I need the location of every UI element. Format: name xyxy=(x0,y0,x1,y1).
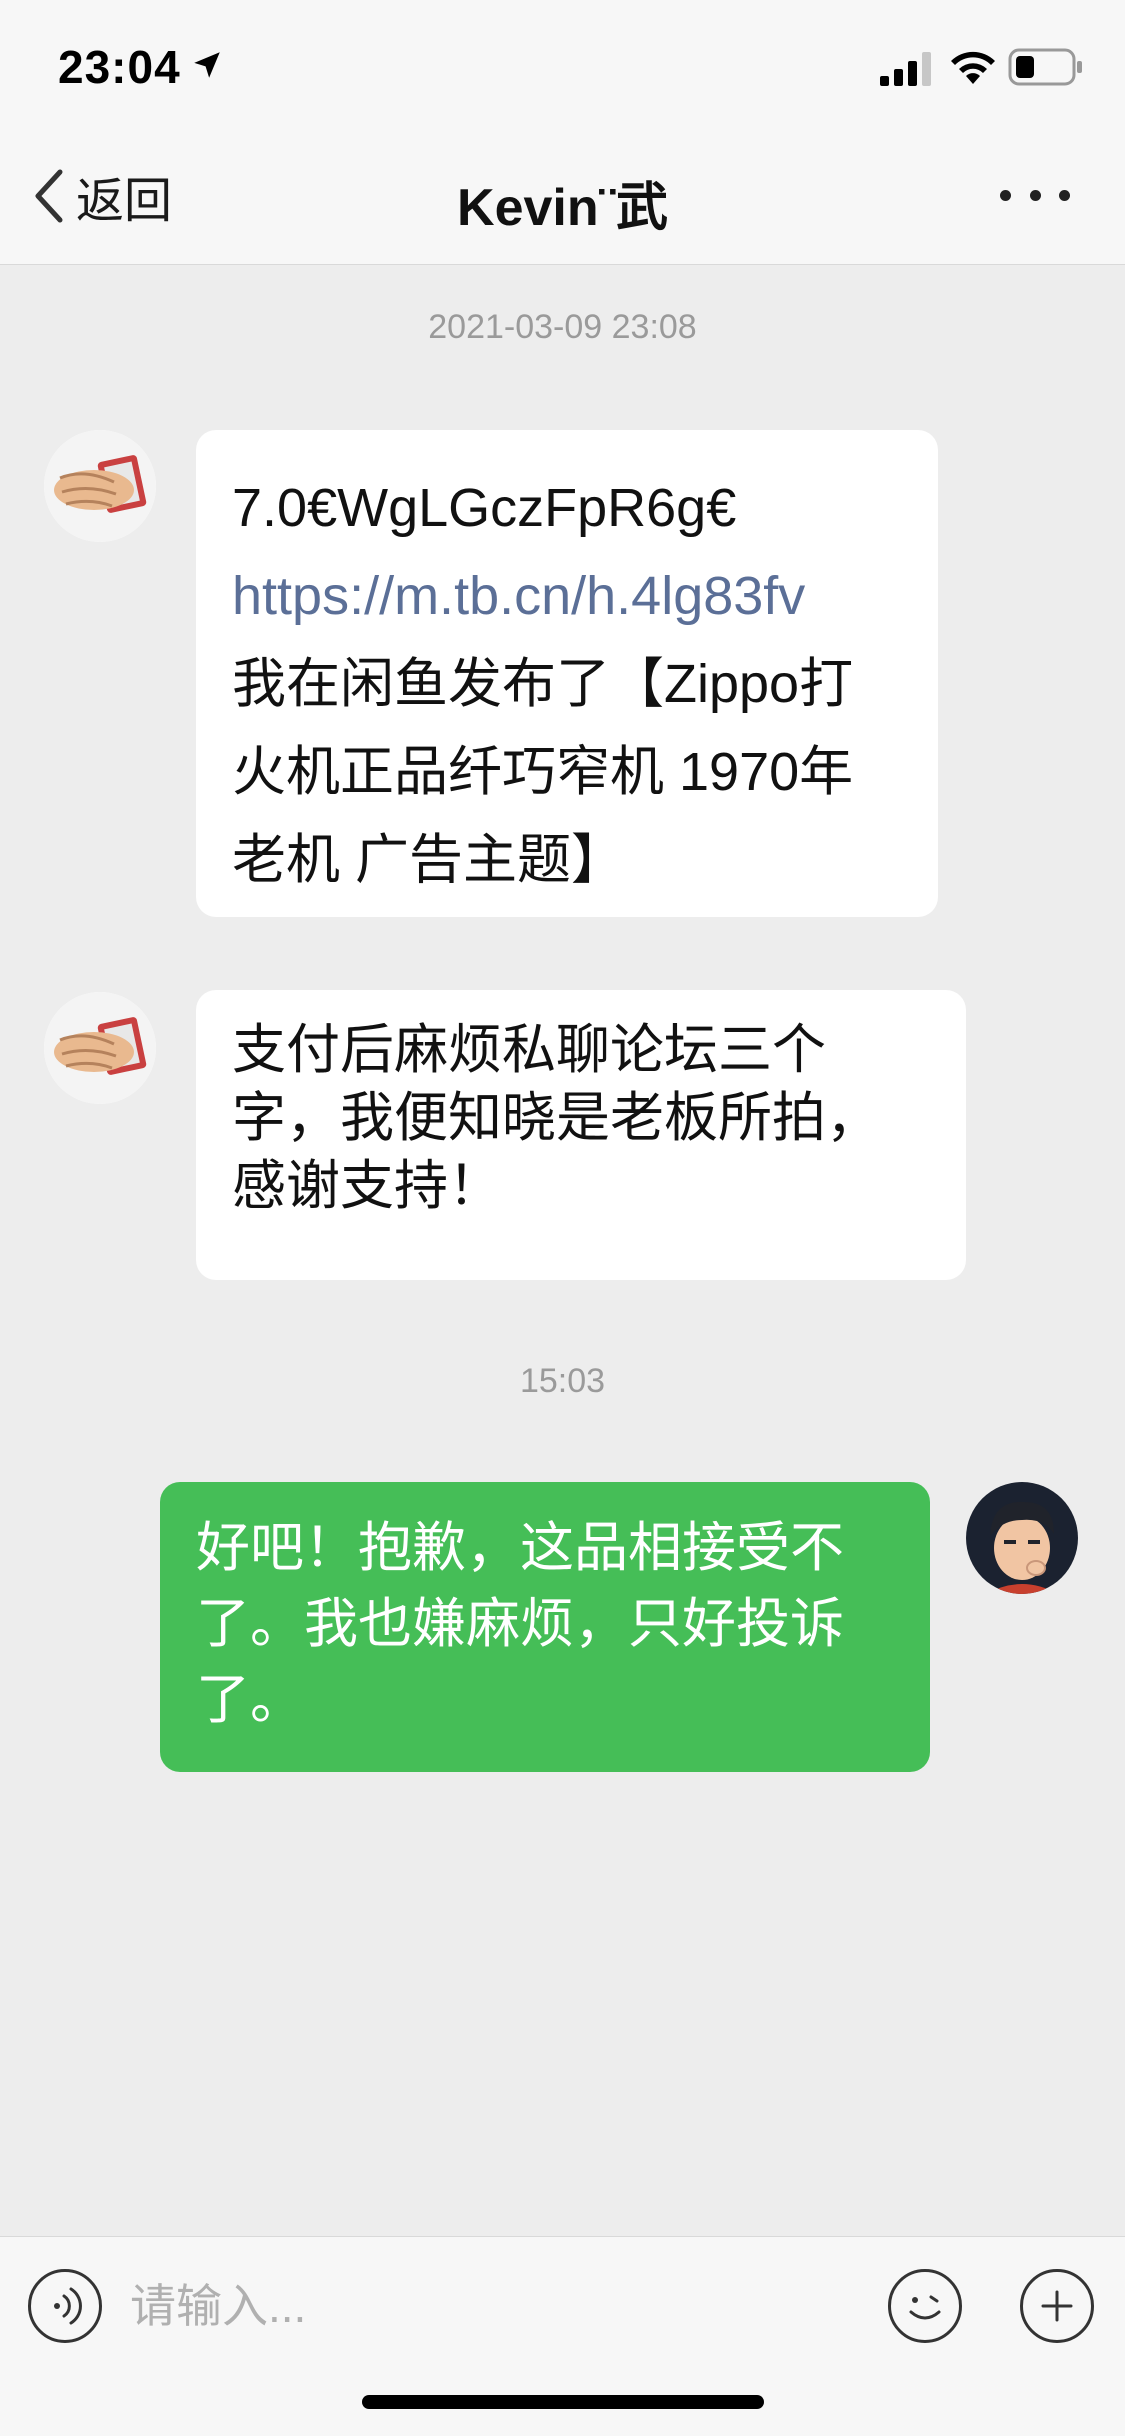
message-text: 支付后麻烦私聊论坛三个 xyxy=(232,1020,826,1080)
contact-avatar[interactable] xyxy=(44,992,156,1104)
my-avatar[interactable] xyxy=(966,1482,1078,1594)
add-attachment-button[interactable] xyxy=(1020,2269,1094,2343)
home-indicator[interactable] xyxy=(362,2395,764,2409)
incoming-message-bubble[interactable]: 7.0€WgLGczFpR6g€ https://m.tb.cn/h.4lg83… xyxy=(196,430,938,917)
message-text: 字，我便知晓是老板所拍， xyxy=(232,1088,880,1148)
hands-avatar-icon xyxy=(44,430,156,542)
status-time: 23:04 xyxy=(58,41,181,93)
outgoing-message-bubble[interactable]: 好吧！抱歉，这品相接受不 了。我也嫌麻烦，只好投诉 了。 xyxy=(160,1482,930,1772)
plus-icon xyxy=(1041,2290,1073,2322)
location-arrow-icon xyxy=(194,52,220,78)
man-avatar-icon xyxy=(966,1482,1078,1594)
chat-screen: 23:04 返回 Kevin¨武 2021-03-09 23:08 7.0€Wg… xyxy=(0,0,1125,2436)
message-timestamp: 15:03 xyxy=(519,1362,606,1400)
message-input[interactable] xyxy=(130,2261,870,2351)
message-text: 了。 xyxy=(196,1670,304,1730)
message-text: 了。我也嫌麻烦，只好投诉 xyxy=(196,1594,844,1654)
chat-title: Kevin¨武 xyxy=(457,179,668,237)
cellular-signal-icon xyxy=(880,52,931,86)
message-text: 7.0€WgLGczFpR6g€ xyxy=(232,478,737,538)
voice-input-button[interactable] xyxy=(28,2269,102,2343)
message-link[interactable]: https://m.tb.cn/h.4lg83fv xyxy=(232,552,902,640)
message-text: 感谢支持！ xyxy=(232,1156,502,1216)
more-options-button[interactable] xyxy=(1000,175,1070,215)
message-text: 老机 广告主题】 xyxy=(232,830,626,890)
wifi-icon xyxy=(951,51,995,84)
dot-icon xyxy=(1000,189,1011,201)
message-text: 好吧！抱歉，这品相接受不 xyxy=(196,1518,844,1578)
battery-icon xyxy=(1008,48,1082,86)
message-text: 火机正品纤巧窄机 1970年 xyxy=(232,742,854,802)
contact-avatar[interactable] xyxy=(44,430,156,542)
voice-icon xyxy=(54,2287,82,2325)
incoming-message-bubble[interactable]: 支付后麻烦私聊论坛三个 字，我便知晓是老板所拍， 感谢支持！ xyxy=(196,990,966,1280)
smiley-icon xyxy=(909,2295,941,2320)
message-text: 我在闲鱼发布了【Zippo打 xyxy=(232,654,854,714)
emoji-button[interactable] xyxy=(888,2269,962,2343)
hands-avatar-icon xyxy=(44,992,156,1104)
dot-icon xyxy=(1059,189,1070,201)
dot-icon xyxy=(1029,189,1041,201)
top-bar: 23:04 返回 Kevin¨武 xyxy=(0,0,1125,265)
message-timestamp: 2021-03-09 23:08 xyxy=(428,308,697,346)
